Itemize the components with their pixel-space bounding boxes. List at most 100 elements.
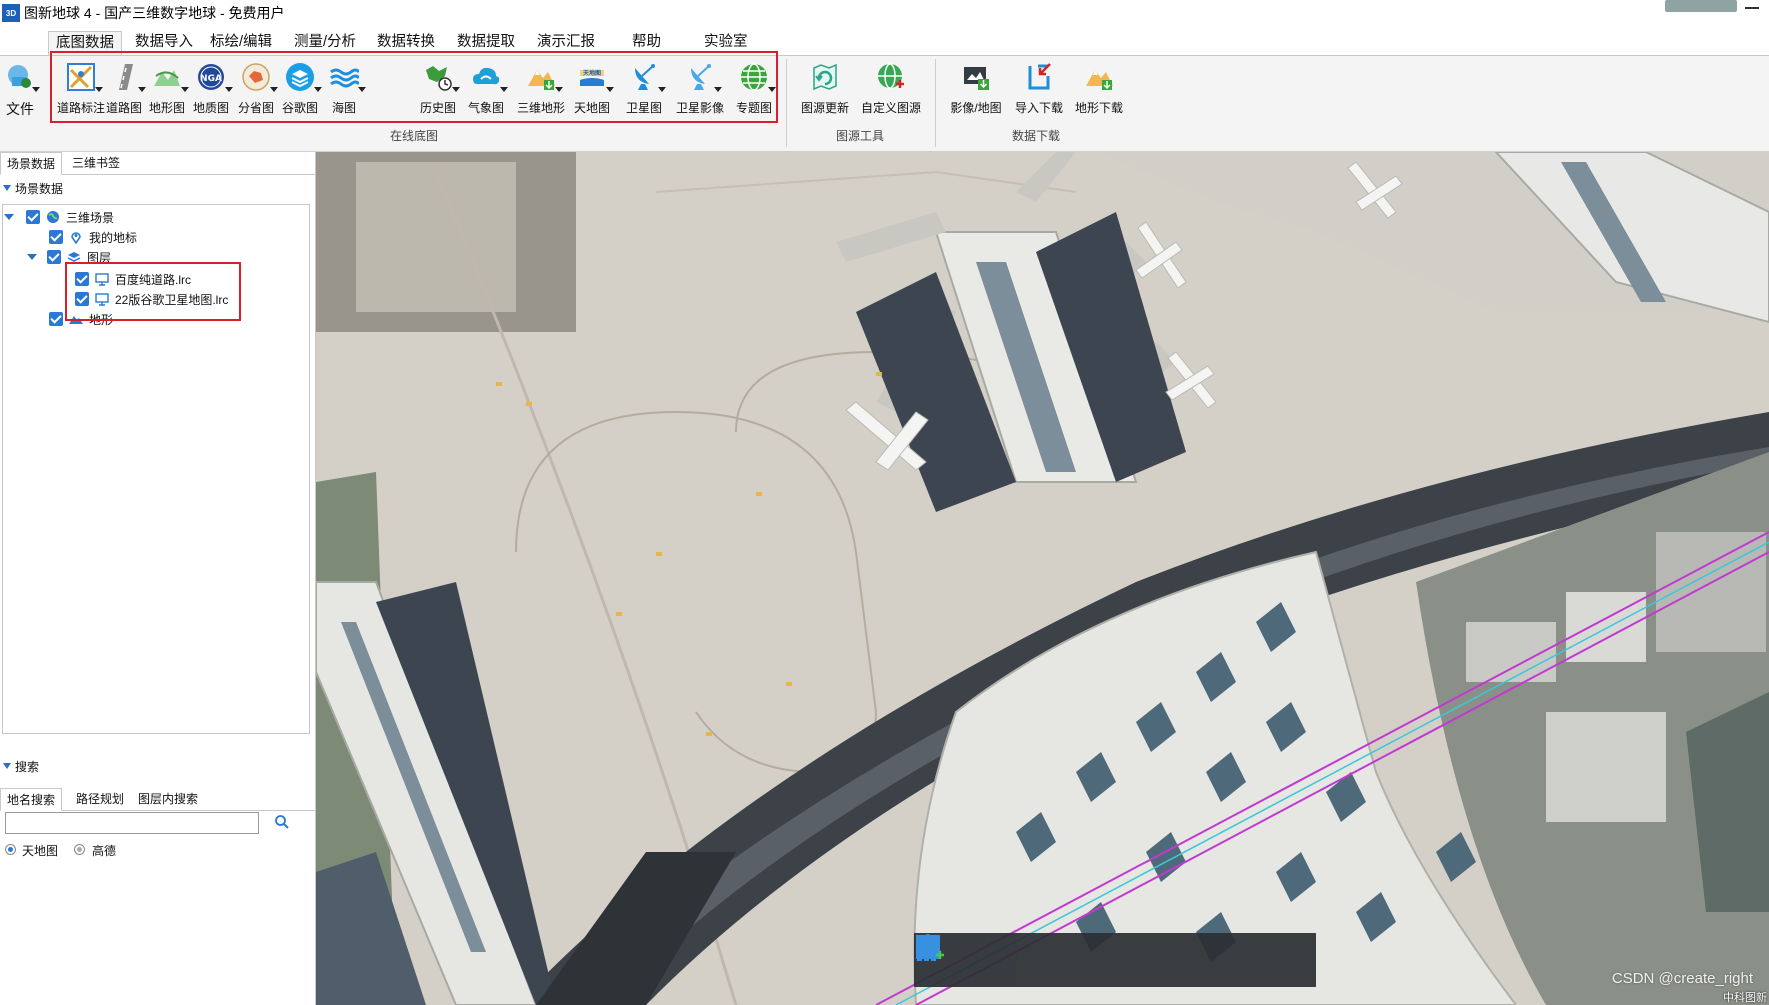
tab-help[interactable]: 帮助 [625,31,668,55]
checkbox-3d-scene[interactable] [26,210,40,224]
group-label-online-basemaps: 在线底图 [390,129,439,143]
tree-label-layers: 图层 [87,250,112,265]
expand-caret-icon[interactable] [27,254,37,260]
google-map-button[interactable]: 谷歌图 [280,58,322,120]
add-chart-icon[interactable] [917,938,1281,977]
import-download-button[interactable]: 导入下载 [1013,58,1065,120]
checkbox-layers[interactable] [47,250,61,264]
source-update-icon [809,61,841,93]
tab-route-planning[interactable]: 路径规划 [70,788,130,811]
satellite-map-button[interactable]: 卫星图 [624,58,666,120]
weather-map-label: 气象图 [467,101,504,115]
tree-node-terrain[interactable]: 地形 [49,309,113,329]
geology-map-icon: NGA [195,61,233,93]
tree-label-terrain: 地形 [89,312,114,327]
terrain-download-icon [1083,61,1115,93]
tianditu-button[interactable]: 天地图 天地图 [572,58,614,120]
checkbox-layer-item[interactable] [75,292,89,306]
tree-node-3d-scene[interactable]: 三维场景 [4,207,114,227]
source-update-button[interactable]: 图源更新 [800,58,850,120]
checkbox-my-places[interactable] [49,230,63,244]
map-corner-text: 中科图新 [1723,992,1767,1004]
thematic-map-icon [738,61,776,93]
earth-app-icon: 3D [2,4,20,22]
tree-label-layer-item: 22版谷歌卫星地图.lrc [115,292,229,307]
satellite-imagery-icon [684,61,722,93]
search-icon[interactable] [274,814,290,833]
draw-rectangle-icon[interactable] [916,935,1221,977]
select-arrow-icon[interactable] [919,935,1042,977]
tab-layer-search[interactable]: 图层内搜索 [132,788,204,811]
tab-plot-edit[interactable]: 标绘/编辑 [203,31,279,55]
window-controls [1665,0,1759,12]
tab-3d-bookmarks[interactable]: 三维书签 [66,152,126,175]
history-map-button[interactable]: 历史图 [418,58,460,120]
3d-terrain-button[interactable]: 三维地形 [517,58,565,120]
group-label-downloads: 数据下载 [1012,129,1061,143]
radio-amap[interactable] [74,844,85,855]
geology-map-button[interactable]: NGA 地质图 [191,58,233,120]
road-map-button[interactable]: 道路图 [104,58,146,120]
sea-chart-button[interactable]: 海图 [326,58,366,120]
tab-place-search[interactable]: 地名搜索 [0,788,63,811]
tab-laboratory[interactable]: 实验室 [697,31,755,55]
province-map-button[interactable]: 分省图 [236,58,278,120]
terrain-map-button[interactable]: 地形图 [147,58,189,120]
satellite-imagery-button[interactable]: 卫星影像 [675,58,725,120]
tab-basemap-data[interactable]: 底图数据 [48,31,122,55]
ribbon-toolbar: 文件 道路标注 道路图 地形图 NGA 地质图 分省图 谷歌图 海图 历史图 气… [0,51,1769,152]
checkbox-layer-item[interactable] [75,272,89,286]
tree-node-my-places[interactable]: 我的地标 [49,227,137,247]
road-map-label: 道路图 [105,101,142,115]
monitor-icon [95,272,109,286]
place-search-input[interactable] [5,812,259,834]
tab-data-extraction[interactable]: 数据提取 [450,31,522,55]
tree-label-layer-item: 百度纯道路.lrc [115,272,191,287]
tab-data-import[interactable]: 数据导入 [128,31,200,55]
road-label-icon [65,61,103,93]
user-badge[interactable] [1665,0,1737,12]
terrain-icon [69,312,83,326]
custom-source-button[interactable]: 自定义图源 [860,58,922,120]
minimize-button[interactable] [1745,7,1759,9]
sea-chart-icon [328,61,366,93]
import-download-label: 导入下载 [1014,101,1063,115]
tree-node-layer-item[interactable]: 22版谷歌卫星地图.lrc [75,289,228,309]
tianditu-label: 天地图 [573,101,610,115]
tree-node-layers[interactable]: 图层 [27,247,111,267]
tab-scene-data[interactable]: 场景数据 [0,152,63,175]
place-pin-icon [69,230,83,244]
road-label-button[interactable]: 道路标注 [55,58,107,120]
place-marker-icon[interactable] [917,934,1102,977]
title-bar: 3D 图新地球 4 - 国产三维数字地球 - 免费用户 [0,0,1769,26]
terrain-download-button[interactable]: 地形下载 [1073,58,1125,120]
tab-data-conversion[interactable]: 数据转换 [370,31,442,55]
tab-presentation[interactable]: 演示汇报 [530,31,602,55]
tree-node-layer-item[interactable]: 百度纯道路.lrc [75,269,191,289]
file-icon [4,61,40,93]
left-panel: 场景数据 三维书签 场景数据 三维场景 我的地标 图层 百度纯道路.lrc 22… [0,152,316,1005]
tab-measure-analysis[interactable]: 测量/分析 [287,31,363,55]
thematic-map-button[interactable]: 专题图 [734,58,776,120]
globe-icon [46,210,60,224]
file-button[interactable]: 文件 [2,58,40,120]
weather-map-button[interactable]: 气象图 [466,58,508,120]
imagery-download-label: 影像/地图 [950,101,1002,115]
checkbox-terrain[interactable] [49,312,63,326]
custom-source-label: 自定义图源 [860,101,921,115]
satellite-imagery-label: 卫星影像 [675,101,724,115]
source-update-label: 图源更新 [800,101,849,115]
scene-data-section-header[interactable]: 场景数据 [0,178,63,198]
imagery-download-button[interactable]: 影像/地图 [948,58,1004,120]
tree-label-3d-scene: 三维场景 [66,210,115,225]
map-view[interactable]: CSDN @create_right 中科图新 [316,152,1769,1005]
radio-tianditu[interactable] [5,844,16,855]
custom-source-icon [875,61,907,93]
sea-chart-label: 海图 [331,101,356,115]
window-title: 图新地球 4 - 国产三维数字地球 - 免费用户 [24,5,285,21]
expand-caret-icon[interactable] [4,214,14,220]
hand-pan-icon[interactable] [918,934,983,977]
search-section-header[interactable]: 搜索 [0,756,39,776]
history-map-icon [422,61,460,93]
draw-line-icon[interactable] [915,934,1162,977]
